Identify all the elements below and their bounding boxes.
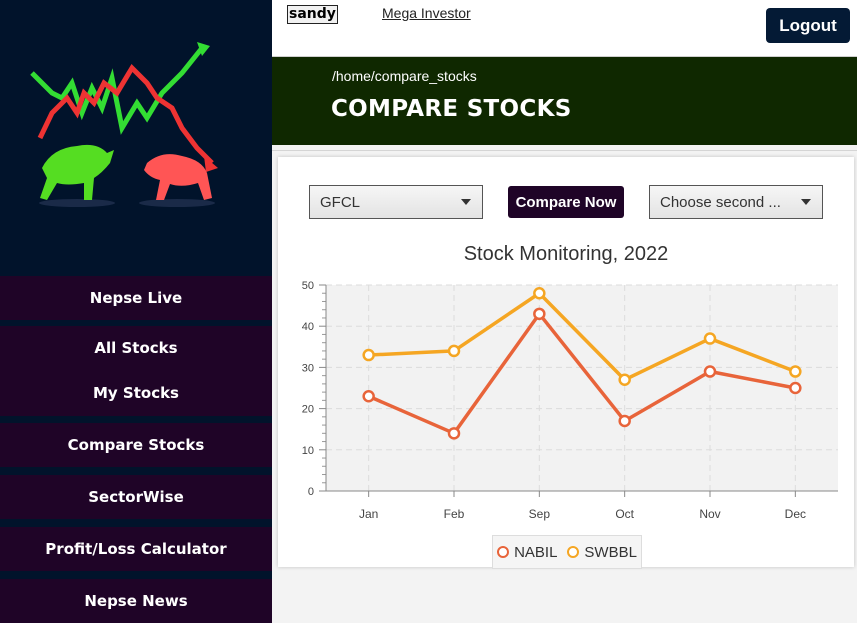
sidebar-item-my-stocks[interactable]: My Stocks: [0, 370, 272, 416]
y-tick-label: 40: [302, 321, 314, 333]
second-stock-placeholder: Choose second ...: [660, 193, 781, 211]
y-tick-label: 0: [308, 486, 314, 498]
series-line-nabil: [367, 312, 796, 436]
plot-area: [326, 285, 838, 491]
data-point-nabil: [618, 414, 631, 428]
legend-label: NABIL: [514, 543, 558, 561]
breadcrumb: /home/compare_stocks: [332, 68, 477, 84]
y-tick-label: 10: [302, 445, 314, 457]
first-stock-value: GFCL: [320, 193, 361, 211]
y-tick-label: 50: [302, 280, 314, 292]
divider: [272, 150, 857, 151]
x-tick-label: Jan: [359, 507, 378, 521]
data-point-swbbl: [703, 332, 717, 345]
legend-marker-icon: [497, 546, 510, 558]
data-point-swbbl: [618, 373, 631, 387]
username-badge[interactable]: sandy: [287, 5, 338, 24]
legend-item-nabil[interactable]: NABIL: [497, 544, 557, 561]
sidebar-item-nepse-news[interactable]: Nepse News: [0, 579, 272, 623]
x-tick-label: Oct: [615, 507, 634, 521]
compare-now-button[interactable]: Compare Now: [508, 186, 624, 218]
legend-label: SWBBL: [584, 543, 637, 561]
x-tick-label: Feb: [444, 507, 465, 521]
sidebar-item-nepse-live[interactable]: Nepse Live: [0, 276, 272, 320]
sidebar-item-all-stocks[interactable]: All Stocks: [0, 326, 272, 370]
sidebar-item-label: SectorWise: [88, 488, 184, 506]
logout-button[interactable]: Logout: [766, 8, 850, 43]
compare-card: GFCL Compare Now Choose second ... Stock…: [278, 157, 854, 569]
data-point-swbbl: [362, 348, 375, 362]
mega-investor-link[interactable]: Mega Investor: [382, 5, 471, 21]
chevron-down-icon: [801, 199, 811, 205]
data-point-swbbl: [533, 286, 546, 300]
x-tick-label: Dec: [785, 507, 806, 521]
sidebar-item-label: Compare Stocks: [67, 436, 205, 454]
sidebar-item-profit-loss-calculator[interactable]: Profit/Loss Calculator: [0, 527, 272, 571]
sidebar-item-sectorwise[interactable]: SectorWise: [0, 475, 272, 519]
sidebar-item-compare-stocks[interactable]: Compare Stocks: [0, 423, 272, 467]
data-point-nabil: [447, 427, 461, 440]
sidebar-item-label: Profit/Loss Calculator: [45, 540, 227, 558]
series-line-swbbl: [368, 291, 796, 382]
data-point-nabil: [703, 365, 717, 378]
second-stock-select[interactable]: Choose second ...: [649, 185, 823, 219]
data-point-nabil: [533, 307, 546, 321]
page-title: COMPARE STOCKS: [331, 96, 572, 122]
sidebar: Nepse Live All Stocks My Stocks Compare …: [0, 0, 272, 623]
sidebar-item-label: Nepse Live: [89, 289, 183, 307]
data-point-nabil: [789, 381, 802, 395]
page-banner: /home/compare_stocks COMPARE STOCKS: [272, 57, 857, 145]
x-tick-label: Nov: [699, 507, 720, 521]
y-tick-label: 20: [302, 404, 314, 416]
legend-marker-icon: [567, 546, 580, 558]
first-stock-select[interactable]: GFCL: [309, 185, 483, 219]
sidebar-item-label: Nepse News: [84, 592, 188, 610]
data-point-swbbl: [447, 344, 461, 358]
data-point-swbbl: [789, 365, 802, 378]
x-tick-label: Sep: [529, 507, 551, 521]
chart-legend: NABIL SWBBL: [492, 535, 642, 569]
legend-item-swbbl[interactable]: SWBBL: [567, 544, 637, 561]
bull-bear-logo-icon: [30, 42, 218, 207]
chart-title: Stock Monitoring, 2022: [463, 243, 669, 265]
top-bar: sandy Mega Investor Logout: [272, 0, 857, 57]
y-tick-label: 30: [302, 362, 314, 374]
sidebar-item-label: All Stocks: [94, 339, 178, 357]
sidebar-item-label: My Stocks: [92, 384, 179, 402]
chevron-down-icon: [461, 199, 471, 205]
data-point-nabil: [362, 389, 375, 403]
